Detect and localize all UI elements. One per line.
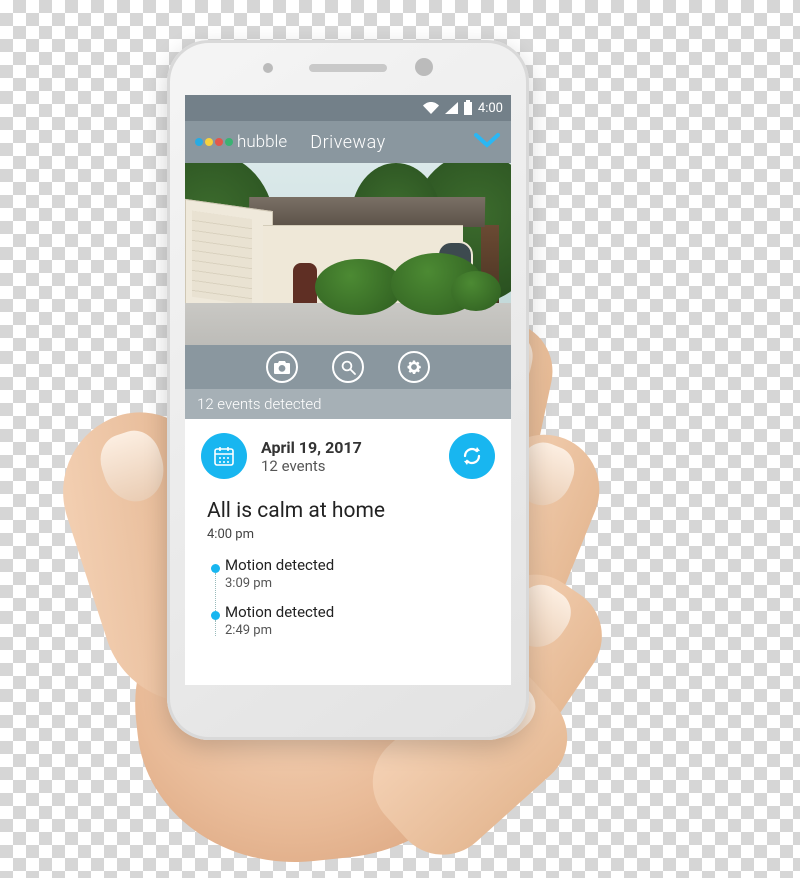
camera-live-preview[interactable] (185, 163, 511, 345)
search-icon (341, 360, 356, 375)
brand-logo-icon (195, 138, 233, 146)
feed-headline: All is calm at home (207, 499, 489, 523)
event-item[interactable]: Motion detected 2:49 pm (207, 603, 489, 638)
phone-device: 4:00 hubble Driveway (167, 40, 529, 740)
brand-name: hubble (237, 132, 287, 152)
refresh-button[interactable] (449, 433, 495, 479)
date-label: April 19, 2017 (261, 438, 435, 457)
phone-sensor (263, 63, 273, 73)
events-count: 12 events (261, 457, 435, 475)
events-feed: All is calm at home 4:00 pm Motion detec… (185, 493, 511, 650)
event-time: 3:09 pm (225, 576, 334, 591)
battery-icon (464, 102, 472, 115)
phone-screen: 4:00 hubble Driveway (185, 95, 511, 685)
phone-earpiece (309, 64, 387, 72)
date-summary: April 19, 2017 12 events (261, 438, 435, 475)
gear-icon (406, 359, 422, 375)
snapshot-button[interactable] (266, 351, 298, 383)
event-item[interactable]: Motion detected 3:09 pm (207, 556, 489, 591)
status-bar: 4:00 (185, 95, 511, 121)
camera-icon (274, 361, 290, 374)
app-header: hubble Driveway (185, 121, 511, 163)
camera-selector-title[interactable]: Driveway (310, 132, 385, 153)
calendar-button[interactable] (201, 433, 247, 479)
wifi-icon (423, 102, 439, 114)
event-time: 2:49 pm (225, 623, 334, 638)
phone-front-camera (415, 58, 433, 76)
zoom-button[interactable] (332, 351, 364, 383)
chevron-down-icon[interactable] (473, 132, 501, 153)
refresh-icon (461, 445, 483, 467)
settings-button[interactable] (398, 351, 430, 383)
date-row: April 19, 2017 12 events (185, 419, 511, 493)
preview-controls (185, 345, 511, 389)
events-banner: 12 events detected (185, 389, 511, 419)
calendar-icon (213, 445, 235, 467)
events-banner-text: 12 events detected (197, 395, 322, 413)
cell-signal-icon (445, 102, 458, 114)
event-title: Motion detected (225, 556, 334, 574)
feed-headline-time: 4:00 pm (207, 527, 489, 542)
status-time: 4:00 (478, 101, 503, 116)
event-title: Motion detected (225, 603, 334, 621)
